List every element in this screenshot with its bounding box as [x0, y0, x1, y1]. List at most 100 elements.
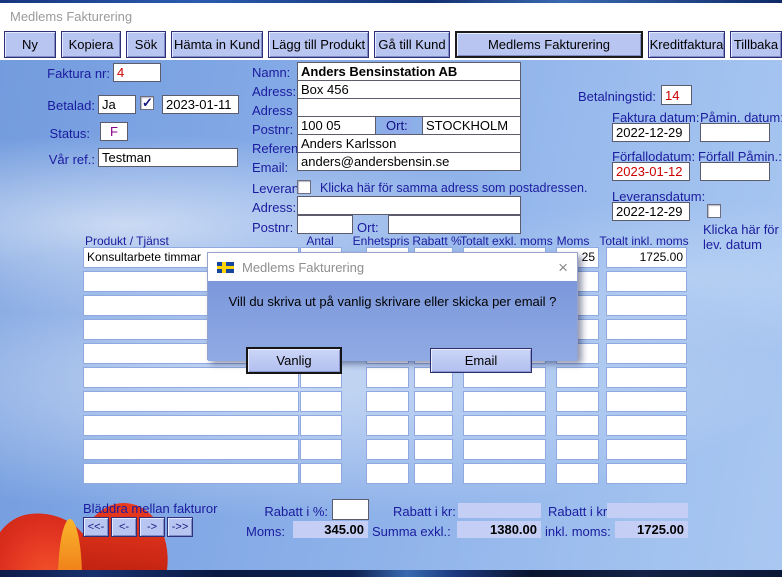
rabatt-pct-label: Rabatt i %: — [240, 504, 328, 519]
item-cell-tot_inkl[interactable] — [606, 415, 687, 436]
moms-value: 345.00 — [293, 521, 368, 538]
table-row — [83, 415, 705, 439]
nav-first-button[interactable]: <<- — [83, 517, 109, 537]
pamin-datum-input[interactable] — [700, 123, 770, 142]
ort-label: Ort: — [382, 118, 412, 134]
item-cell-rabatt[interactable] — [414, 463, 453, 484]
ort-input[interactable] — [422, 116, 521, 135]
inkl-moms-value: 1725.00 — [615, 521, 688, 538]
toolbar-button-kreditfaktura[interactable]: Kreditfaktura — [648, 31, 725, 58]
faktura-nr-label: Faktura nr: — [20, 66, 110, 81]
item-cell-moms[interactable] — [556, 391, 599, 412]
item-cell-tot_inkl[interactable] — [606, 271, 687, 292]
item-cell-tot_exkl[interactable] — [463, 463, 546, 484]
same-address-checkbox[interactable] — [297, 180, 311, 194]
item-cell-tot_inkl[interactable] — [606, 463, 687, 484]
betalad-input[interactable] — [98, 95, 136, 114]
forfallodatum-input[interactable] — [612, 162, 690, 181]
close-icon[interactable]: × — [558, 259, 568, 276]
toolbar-button-lagg-till-produkt[interactable]: Lägg till Produkt — [268, 31, 369, 58]
item-cell-enhetspris[interactable] — [366, 367, 409, 388]
item-cell-antal[interactable] — [300, 391, 342, 412]
faktura-nr-input[interactable] — [113, 63, 161, 82]
namn-input[interactable] — [297, 62, 521, 81]
header-produkt-tjanst: Produkt / Tjänst — [85, 234, 169, 248]
item-cell-tot_exkl[interactable] — [463, 391, 546, 412]
email-input[interactable] — [297, 152, 521, 171]
item-cell-produkt[interactable] — [83, 415, 299, 436]
item-cell-rabatt[interactable] — [414, 391, 453, 412]
summa-exkl-value: 1380.00 — [457, 521, 541, 538]
nav-next-button[interactable]: -> — [139, 517, 165, 537]
leverans-adress-input[interactable] — [297, 196, 521, 215]
item-cell-moms[interactable] — [556, 439, 599, 460]
postnr-label: Postnr: — [252, 122, 293, 137]
toolbar-button-sok[interactable]: Sök — [126, 31, 166, 58]
toolbar-button-medlems-fakturering[interactable]: Medlems Fakturering — [455, 31, 643, 58]
item-cell-tot_inkl[interactable] — [606, 367, 687, 388]
email-label: Email: — [252, 160, 288, 175]
item-cell-produkt[interactable] — [83, 439, 299, 460]
dialog-title-bar[interactable]: Medlems Fakturering × — [208, 253, 577, 281]
leverans-ort-input[interactable] — [388, 215, 521, 234]
referens-input[interactable] — [297, 134, 521, 153]
toolbar-button-hamta-in-kund[interactable]: Hämta in Kund — [171, 31, 263, 58]
status-label: Status: — [20, 126, 90, 141]
rabatt-kr2-field[interactable] — [607, 503, 688, 518]
leveransdatum-input[interactable] — [612, 202, 690, 221]
faktura-datum-input[interactable] — [612, 123, 690, 142]
item-cell-tot_inkl[interactable] — [606, 391, 687, 412]
item-cell-produkt[interactable] — [83, 463, 299, 484]
adress-input[interactable] — [297, 80, 521, 99]
lev-datum-checkbox[interactable] — [707, 204, 721, 218]
toolbar-button-ny[interactable]: Ny — [4, 31, 56, 58]
rabatt-kr1-field[interactable] — [458, 503, 541, 518]
adress2-input[interactable] — [297, 98, 521, 117]
print-dialog: Medlems Fakturering × Vill du skriva ut … — [207, 252, 578, 360]
item-cell-tot_inkl[interactable]: 1725.00 — [606, 247, 687, 268]
item-cell-produkt[interactable] — [83, 391, 299, 412]
email-button[interactable]: Email — [430, 348, 532, 373]
postnr-input[interactable] — [297, 116, 376, 135]
nav-prev-button[interactable]: <- — [111, 517, 137, 537]
item-cell-antal[interactable] — [300, 439, 342, 460]
item-cell-enhetspris[interactable] — [366, 391, 409, 412]
window-title-bar[interactable]: Medlems Fakturering — [0, 3, 782, 29]
item-cell-moms[interactable] — [556, 463, 599, 484]
forfall-pamin-input[interactable] — [700, 162, 770, 181]
rabatt-pct-input[interactable] — [332, 499, 369, 520]
item-cell-enhetspris[interactable] — [366, 439, 409, 460]
table-row — [83, 367, 705, 391]
moms-label: Moms: — [246, 524, 285, 539]
item-cell-enhetspris[interactable] — [366, 415, 409, 436]
toolbar-button-tillbaka[interactable]: Tillbaka — [730, 31, 782, 58]
browse-invoices-label: Bläddra mellan fakturor — [83, 501, 217, 516]
item-cell-rabatt[interactable] — [414, 415, 453, 436]
item-cell-enhetspris[interactable] — [366, 463, 409, 484]
item-cell-tot_inkl[interactable] — [606, 319, 687, 340]
item-cell-antal[interactable] — [300, 415, 342, 436]
vanlig-button[interactable]: Vanlig — [246, 347, 342, 374]
betalningstid-input[interactable] — [661, 85, 692, 105]
betalad-checkbox[interactable] — [140, 96, 154, 110]
item-cell-tot_inkl[interactable] — [606, 343, 687, 364]
leverans-postnr-input[interactable] — [297, 215, 353, 234]
item-cell-tot_exkl[interactable] — [463, 439, 546, 460]
item-cell-rabatt[interactable] — [414, 439, 453, 460]
item-cell-moms[interactable] — [556, 367, 599, 388]
application-window: Medlems Fakturering Ny Kopiera Sök Hämta… — [0, 0, 782, 577]
item-cell-tot_inkl[interactable] — [606, 439, 687, 460]
var-ref-input[interactable] — [98, 148, 238, 167]
item-cell-moms[interactable] — [556, 415, 599, 436]
header-rabatt: Rabatt % — [410, 234, 464, 248]
table-row — [83, 439, 705, 463]
status-input[interactable] — [100, 122, 128, 141]
leverans-postnr-label: Postnr: — [252, 220, 293, 235]
item-cell-tot_exkl[interactable] — [463, 415, 546, 436]
toolbar-button-ga-till-kund[interactable]: Gå till Kund — [374, 31, 450, 58]
betalad-datum-input[interactable] — [162, 95, 239, 114]
item-cell-antal[interactable] — [300, 463, 342, 484]
nav-last-button[interactable]: ->> — [167, 517, 193, 537]
item-cell-tot_inkl[interactable] — [606, 295, 687, 316]
toolbar-button-kopiera[interactable]: Kopiera — [61, 31, 121, 58]
